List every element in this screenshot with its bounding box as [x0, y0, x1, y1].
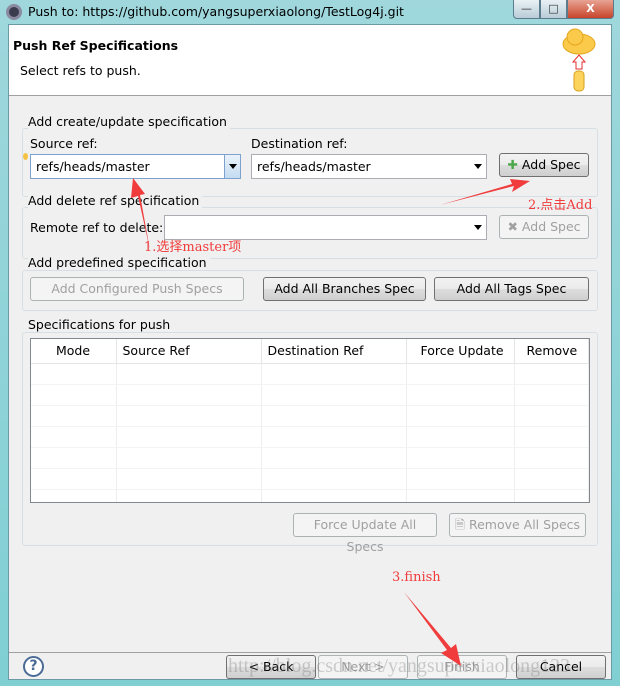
arrow-step3 [404, 592, 461, 666]
annotation-step2: 2.点击Add [528, 198, 593, 213]
annotation-step3: 3.finish [392, 570, 441, 585]
annotation-step1: 1.选择master项 [144, 240, 242, 255]
annotation-arrows [131, 178, 530, 666]
arrow-step2 [440, 179, 530, 205]
